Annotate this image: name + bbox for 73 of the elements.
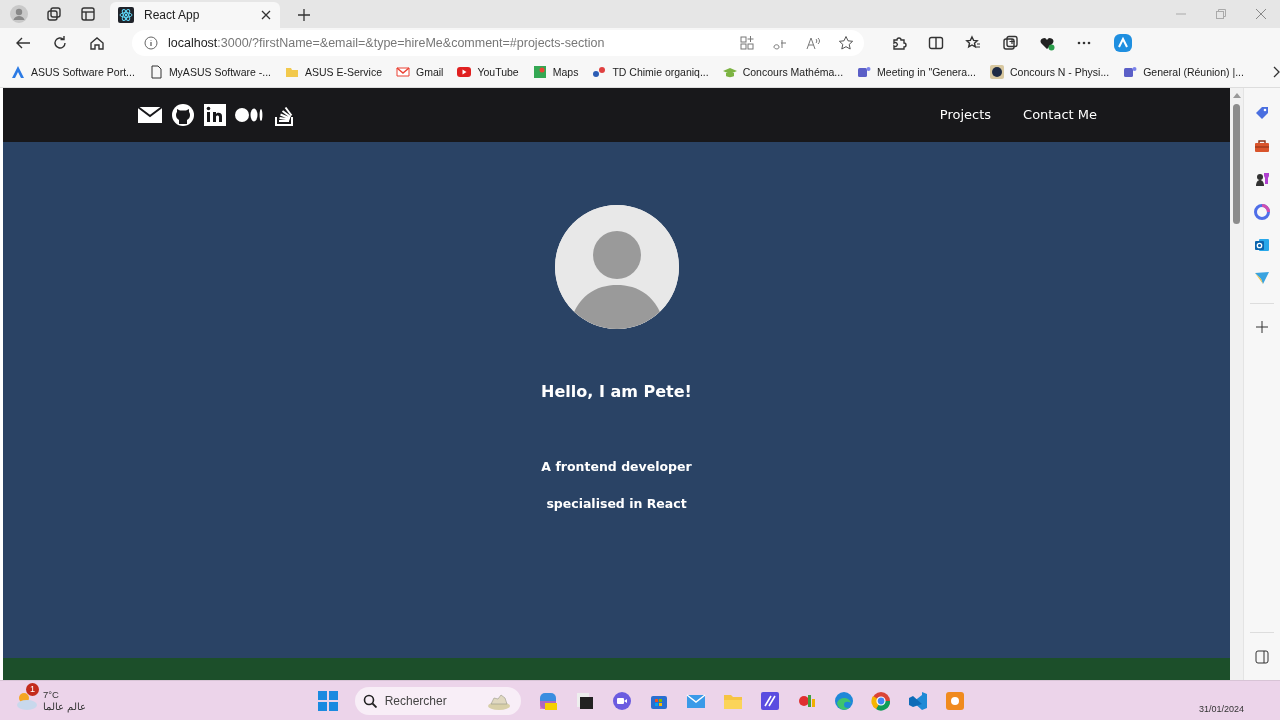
- refresh-icon[interactable]: [52, 34, 68, 51]
- favorites-icon[interactable]: [965, 34, 981, 51]
- greeting-heading: Hello, I am Pete!: [541, 381, 692, 401]
- scrollbar[interactable]: [1230, 87, 1243, 681]
- window-snap-icon[interactable]: [574, 690, 595, 711]
- dots-icon: [592, 65, 607, 80]
- url-text: localhost:3000/?firstName=&email=&type=hireMe&comment=#projects-section: [168, 35, 606, 50]
- folder-icon: [285, 65, 299, 80]
- windows-logo-icon[interactable]: [317, 690, 338, 711]
- triangle-icon: [11, 65, 25, 80]
- linkedin-icon[interactable]: [203, 102, 227, 127]
- workspaces-icon[interactable]: [46, 6, 62, 22]
- graduation-cap-icon: [722, 65, 737, 80]
- bookmark[interactable]: Maps: [532, 65, 579, 80]
- new-tab-icon[interactable]: [296, 7, 312, 23]
- profile-icon[interactable]: [10, 5, 28, 23]
- star-icon[interactable]: [838, 34, 854, 51]
- team-icon: [857, 65, 872, 80]
- bookmark[interactable]: YouTube: [457, 65, 519, 80]
- puzzle-icon[interactable]: [891, 34, 907, 51]
- temperature-text: 7°C: [43, 688, 60, 701]
- sidebar-panel-icon[interactable]: [1255, 650, 1269, 665]
- pen-square-icon[interactable]: [759, 690, 780, 711]
- bio-text: specialised in React: [546, 495, 687, 511]
- code-editor-icon[interactable]: [907, 690, 928, 711]
- add-icon[interactable]: [1256, 320, 1268, 333]
- date-text: 31/01/2024: [1198, 704, 1244, 714]
- ring-logo-icon[interactable]: [1254, 203, 1270, 220]
- round-browser-icon[interactable]: [870, 690, 891, 711]
- info-icon[interactable]: [144, 35, 158, 50]
- play-icon: [457, 65, 472, 80]
- collections-icon[interactable]: [1002, 34, 1018, 51]
- video-chat-icon[interactable]: [611, 690, 632, 711]
- mail-app-icon[interactable]: [1254, 236, 1270, 253]
- split-screen-icon[interactable]: [928, 34, 944, 51]
- weather-caption: عالم عالما: [43, 700, 86, 713]
- search-icon: [362, 693, 377, 708]
- bio-text: A frontend developer: [541, 458, 692, 474]
- paper-plane-icon[interactable]: [1254, 269, 1270, 286]
- circle-badge-icon: [989, 65, 1004, 80]
- close-icon[interactable]: [260, 9, 272, 21]
- colorful-app-icon[interactable]: [537, 690, 558, 711]
- nav-link[interactable]: Contact Me: [1023, 107, 1097, 123]
- bookmark[interactable]: Concours Mathéma...: [722, 65, 844, 80]
- envelope-icon: [396, 65, 410, 80]
- tab-actions-icon[interactable]: [80, 6, 96, 22]
- browser-wave-icon[interactable]: [833, 690, 854, 711]
- taskbar-search-field[interactable]: Rechercher: [354, 686, 521, 715]
- chess-pieces-icon[interactable]: [1254, 170, 1270, 187]
- copilot-icon[interactable]: [1113, 32, 1133, 53]
- bookmark[interactable]: TD Chimie organiq...: [592, 65, 709, 80]
- home-icon[interactable]: [89, 34, 105, 51]
- bookmark[interactable]: ASUS E-Service: [285, 65, 382, 80]
- github-icon[interactable]: [171, 102, 195, 127]
- bookmark[interactable]: MyASUS Software -...: [148, 65, 271, 80]
- address-bar[interactable]: localhost:3000/?firstName=&email=&type=hireMe&comment=#projects-section: [132, 29, 864, 56]
- react-logo-icon: [118, 7, 134, 23]
- scrollbar-thumb[interactable]: [1233, 103, 1240, 224]
- bookmark[interactable]: General (Réunion) |...: [1123, 65, 1244, 80]
- app-grid-icon[interactable]: [739, 34, 755, 51]
- document-icon: [148, 65, 163, 80]
- notification-badge: 1: [26, 682, 39, 696]
- nav-link[interactable]: Projects: [939, 107, 992, 123]
- toolbox-icon[interactable]: [1254, 137, 1270, 154]
- team-icon: [1123, 65, 1138, 80]
- tag-icon[interactable]: [1254, 104, 1270, 121]
- bookmark[interactable]: ASUS Software Port...: [11, 65, 135, 80]
- browser-tab[interactable]: React App: [110, 2, 280, 28]
- bookmark[interactable]: Meeting in "Genera...: [857, 65, 976, 80]
- chevron-right-icon[interactable]: [1271, 66, 1280, 79]
- map-pin-icon: [532, 65, 547, 80]
- bookmark[interactable]: Concours N - Physi...: [989, 65, 1110, 80]
- bookmark[interactable]: Gmail: [396, 65, 444, 80]
